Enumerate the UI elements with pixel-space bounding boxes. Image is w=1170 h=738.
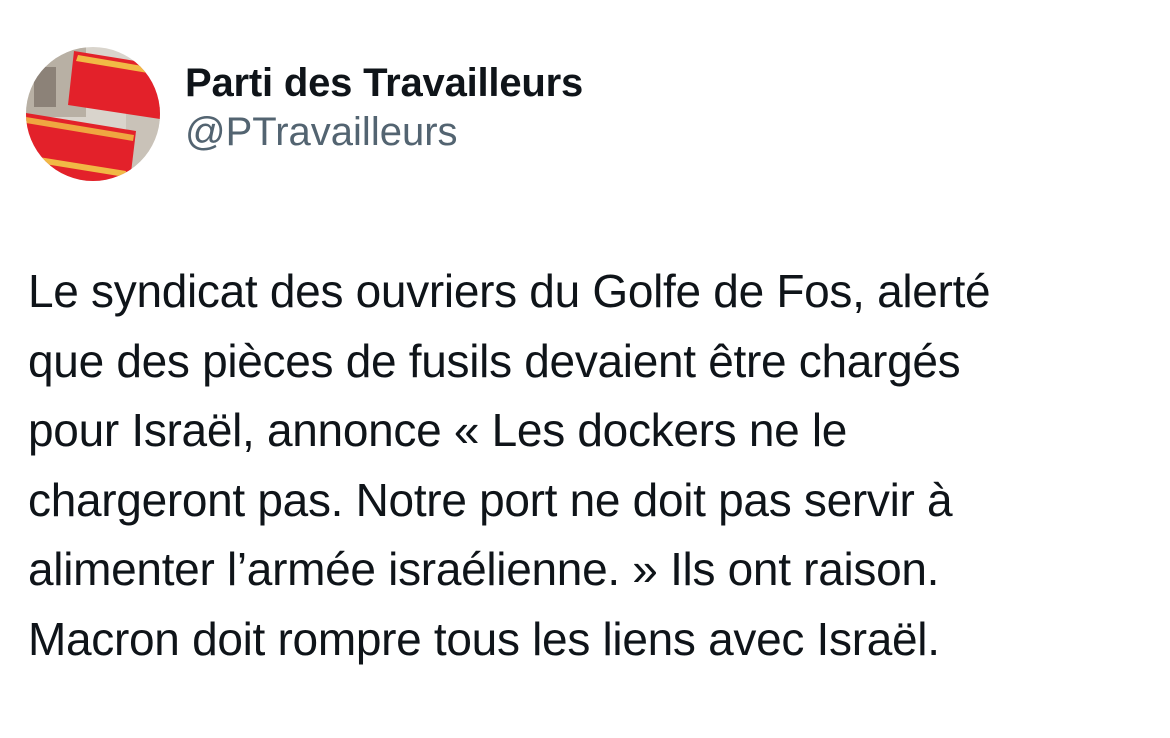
tweet-text-line: pour Israël, annonce « Les dockers ne le bbox=[28, 404, 848, 456]
tweet-card: Parti des Travailleurs @PTravailleurs Le… bbox=[0, 0, 1170, 738]
tweet-text-line: alimenter l’armée israélienne. » Ils ont… bbox=[28, 543, 940, 595]
tweet-header: Parti des Travailleurs @PTravailleurs bbox=[26, 47, 583, 181]
author-display-name[interactable]: Parti des Travailleurs bbox=[185, 59, 583, 107]
tweet-text: Le syndicat des ouvriers du Golfe de Fos… bbox=[28, 257, 1148, 674]
tweet-text-line: Le syndicat des ouvriers du Golfe de Fos… bbox=[28, 265, 991, 317]
author-handle[interactable]: @PTravailleurs bbox=[185, 107, 583, 157]
tweet-text-line: que des pièces de fusils devaient être c… bbox=[28, 334, 961, 387]
avatar[interactable] bbox=[26, 47, 160, 181]
tweet-text-line: Macron doit rompre tous les liens avec I… bbox=[28, 612, 940, 665]
party-banner-avatar-icon bbox=[26, 47, 160, 181]
tweet-text-line: chargeront pas. Notre port ne doit pas s… bbox=[28, 473, 953, 526]
author-names: Parti des Travailleurs @PTravailleurs bbox=[185, 59, 583, 157]
